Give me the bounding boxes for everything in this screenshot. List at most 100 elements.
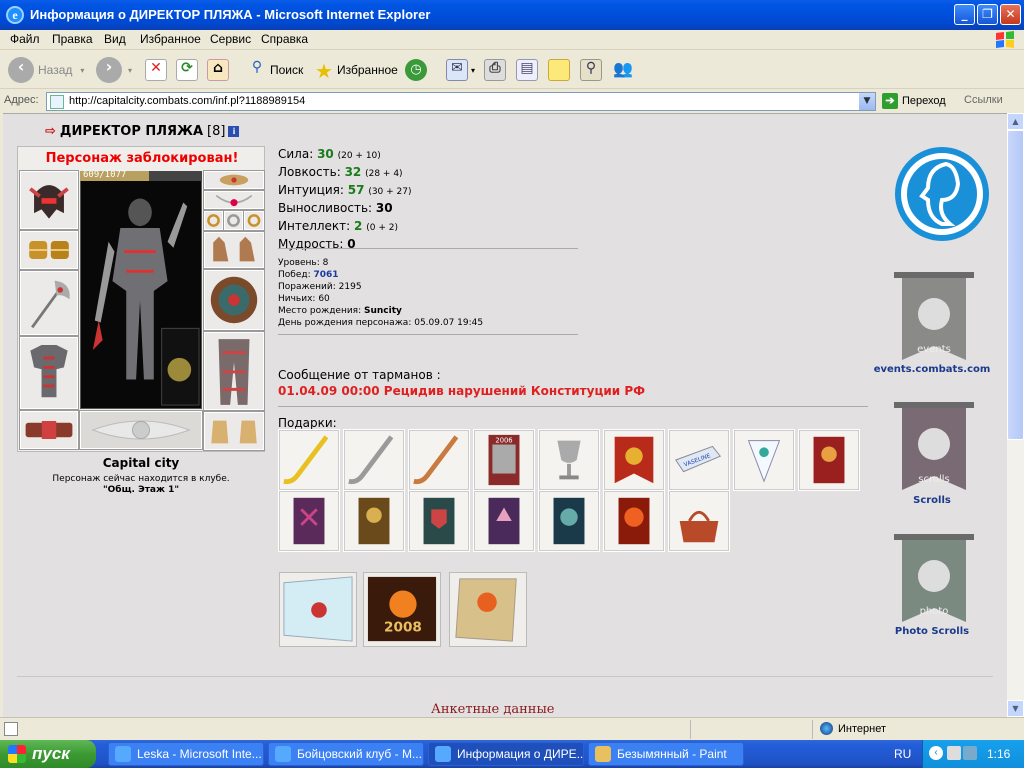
stat-value: 57 — [347, 183, 365, 197]
ring-slot-3-icon[interactable] — [243, 210, 265, 231]
gift-book-gold-icon[interactable] — [343, 490, 405, 552]
tray-expand-icon[interactable]: ‹ — [929, 746, 943, 760]
search-button[interactable]: ⚲ Поиск — [246, 55, 303, 85]
gift-goblet-icon[interactable] — [538, 429, 600, 491]
armor-slot-icon[interactable] — [19, 336, 79, 410]
menu-file[interactable]: Файл — [10, 32, 40, 46]
gift-card-gold-icon[interactable] — [449, 572, 527, 647]
search-label: Поиск — [270, 63, 304, 77]
scroll-down-icon[interactable]: ▼ — [1007, 700, 1024, 717]
discuss-button[interactable] — [548, 55, 570, 85]
vertical-scrollbar[interactable]: ▲ ▼ — [1007, 113, 1024, 717]
gift-card-snow-icon[interactable] — [279, 572, 357, 647]
helmet-slot-icon[interactable] — [19, 170, 79, 230]
bracers-slot-icon[interactable] — [19, 230, 79, 270]
task-paint[interactable]: Безымянный - Paint — [588, 742, 744, 766]
menu-view[interactable]: Вид — [104, 32, 126, 46]
character-header: ⇨ ДИРЕКТОР ПЛЯЖА [8] i — [45, 124, 240, 139]
address-input[interactable]: http://capitalcity.combats.com/inf.pl?11… — [46, 92, 876, 111]
task-fight-club[interactable]: Бойцовский клуб - М... — [268, 742, 424, 766]
mail-button[interactable]: ✉ ▾ — [446, 55, 475, 85]
clock[interactable]: 1:16 — [987, 747, 1010, 761]
photo-flag-icon[interactable]: photo — [892, 530, 976, 630]
photo-scrolls-link[interactable]: Photo Scrolls — [887, 626, 977, 637]
belt-slot-icon[interactable] — [19, 410, 79, 450]
gift-book-purple-icon[interactable] — [278, 490, 340, 552]
language-indicator[interactable]: RU — [894, 747, 911, 761]
events-link[interactable]: events.combats.com — [869, 364, 995, 375]
task-leska[interactable]: Leska - Microsoft Inte... — [108, 742, 264, 766]
go-button[interactable]: ➔ Переход — [882, 93, 946, 109]
amulet-slot-icon[interactable] — [203, 190, 265, 210]
links-button[interactable]: Ссылки — [964, 94, 1003, 106]
scroll-thumb[interactable] — [1007, 130, 1024, 440]
home-button[interactable]: ⌂ — [207, 55, 229, 85]
forward-button[interactable]: › ▾ — [96, 55, 132, 85]
ring-slot-1-icon[interactable] — [203, 210, 224, 231]
scroll-up-icon[interactable]: ▲ — [1007, 113, 1024, 130]
start-button[interactable]: пуск — [0, 740, 96, 768]
maximize-button[interactable]: ❐ — [977, 4, 998, 25]
boots-slot-icon[interactable] — [203, 411, 265, 451]
combats-logo-icon[interactable] — [892, 144, 992, 244]
gift-book-blue-icon[interactable] — [538, 490, 600, 552]
scrolls-flag-icon[interactable]: scrolls — [892, 398, 976, 498]
research-button[interactable]: ⚲ — [580, 55, 602, 85]
forward-dropdown-icon[interactable]: ▾ — [128, 66, 132, 75]
history-button[interactable]: ◷ — [405, 55, 427, 85]
gift-card-2008-icon[interactable]: 2008 — [363, 572, 441, 647]
edit-button[interactable]: ▤ — [516, 55, 538, 85]
menu-favorites[interactable]: Избранное — [140, 32, 201, 46]
messenger-button[interactable]: 👥 — [612, 55, 634, 85]
shield-slot-icon[interactable] — [203, 269, 265, 331]
gift-banner-red-icon[interactable] — [603, 429, 665, 491]
back-dropdown-icon[interactable]: ▾ — [80, 66, 84, 75]
back-button[interactable]: ‹ Назад ▾ — [8, 55, 84, 85]
star-icon: ★ — [315, 59, 333, 83]
gift-book-violet-icon[interactable] — [473, 490, 535, 552]
gift-pennant-icon[interactable] — [733, 429, 795, 491]
gift-hockey-stick-wood-icon[interactable] — [408, 429, 470, 491]
gift-book-teal-icon[interactable] — [408, 490, 470, 552]
gift-vaseline-tube-icon[interactable]: VASELINE — [668, 429, 730, 491]
favorites-label: Избранное — [337, 63, 398, 77]
city-name: Capital city — [102, 456, 180, 470]
network-icon[interactable] — [963, 746, 977, 760]
address-url[interactable]: http://capitalcity.combats.com/inf.pl?11… — [69, 95, 305, 107]
gifts-heading: Подарки: — [278, 416, 337, 430]
gloves-slot-icon[interactable] — [203, 231, 265, 269]
favorites-button[interactable]: ★ Избранное — [313, 55, 398, 85]
leggings-slot-icon[interactable] — [203, 331, 265, 411]
gift-hockey-stick-silver-icon[interactable] — [343, 429, 405, 491]
wins-value: 7061 — [313, 270, 339, 280]
stop-button[interactable]: ✕ — [145, 55, 167, 85]
task-info[interactable]: Информация о ДИРЕ... — [428, 742, 584, 766]
minimize-button[interactable]: _ — [954, 4, 975, 25]
scrolls-link[interactable]: Scrolls — [892, 495, 972, 506]
events-flag-icon[interactable]: events — [892, 268, 976, 368]
gift-book-red-icon[interactable] — [798, 429, 860, 491]
earrings-slot-icon[interactable] — [203, 170, 265, 190]
gift-hockey-stick-yellow-icon[interactable] — [278, 429, 340, 491]
menu-tools[interactable]: Сервис — [210, 32, 251, 46]
ring-slot-2-icon[interactable] — [223, 210, 244, 231]
speaker-icon[interactable] — [947, 746, 961, 760]
divider — [17, 676, 993, 677]
gift-book-fire-icon[interactable] — [603, 490, 665, 552]
window-title: Информация о ДИРЕКТОР ПЛЯЖА - Microsoft … — [30, 7, 431, 22]
close-button[interactable]: ✕ — [1000, 4, 1021, 25]
menu-edit[interactable]: Правка — [52, 32, 93, 46]
ie-task-icon — [435, 746, 451, 762]
gift-bag-icon[interactable] — [668, 490, 730, 552]
refresh-button[interactable]: ⟳ — [176, 55, 198, 85]
print-button[interactable]: ⎙ — [484, 55, 506, 85]
address-dropdown-icon[interactable]: ▼ — [859, 93, 875, 110]
mail-dropdown-icon[interactable]: ▾ — [471, 66, 475, 75]
gift-calendar-2006-icon[interactable]: 2006 — [473, 429, 535, 491]
hp-bar: 609/1077 — [80, 170, 202, 181]
menu-help[interactable]: Справка — [261, 32, 308, 46]
stat-value: 30 — [375, 201, 393, 215]
info-icon[interactable]: i — [228, 126, 240, 137]
note-icon — [548, 59, 570, 81]
axe-slot-icon[interactable] — [19, 270, 79, 336]
